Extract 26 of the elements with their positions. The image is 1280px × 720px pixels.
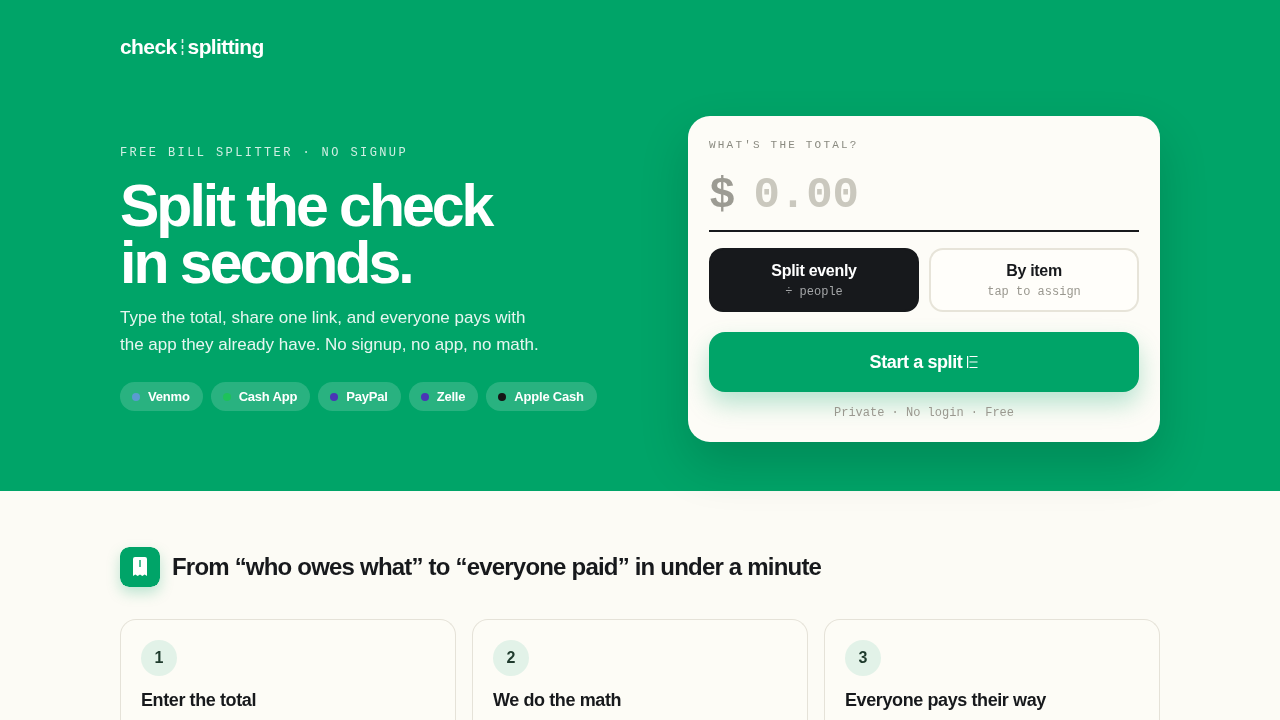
receipt-icon (120, 547, 160, 587)
subtitle-text: Type the total, share one link, and everyone pays with the app they already have. No signup, no app, no math. (120, 307, 540, 356)
section-heading: From “who owes what” to “everyone paid” in under a minute (172, 553, 822, 581)
split-mode-option[interactable]: Split evenly ÷ people (709, 248, 919, 312)
step-title: Everyone pays their way (845, 689, 1047, 712)
payment-app-label: Cash App (238, 389, 298, 404)
amount-field[interactable]: 0.00 (753, 169, 1139, 221)
payment-app-label: PayPal (346, 389, 388, 404)
step-title: We do the math (493, 689, 623, 712)
three-lines-icon (967, 355, 979, 369)
logo-text: splitting (187, 34, 264, 60)
step-number: 2 (493, 640, 529, 676)
payment-app-label: Apple Cash (514, 389, 584, 404)
currency-symbol: $ (709, 170, 736, 220)
step-number: 3 (845, 640, 881, 676)
payment-app-label: Zelle (436, 389, 466, 404)
privacy-note: Private · No login · Free (833, 406, 1015, 420)
split-mode-option[interactable]: By item tap to assign (929, 248, 1139, 312)
total-label: WHAT'S THE TOTAL? (709, 138, 860, 152)
step-title: Enter the total (141, 689, 257, 712)
headline: Split the check in seconds. (120, 178, 494, 292)
payment-app-label: Venmo (148, 389, 190, 404)
eyebrow-text: FREE BILL SPLITTER · NO SIGNUP (120, 146, 410, 160)
dashed-line-icon (180, 39, 184, 55)
step-number: 1 (141, 640, 177, 676)
logo-text: check (120, 34, 177, 60)
